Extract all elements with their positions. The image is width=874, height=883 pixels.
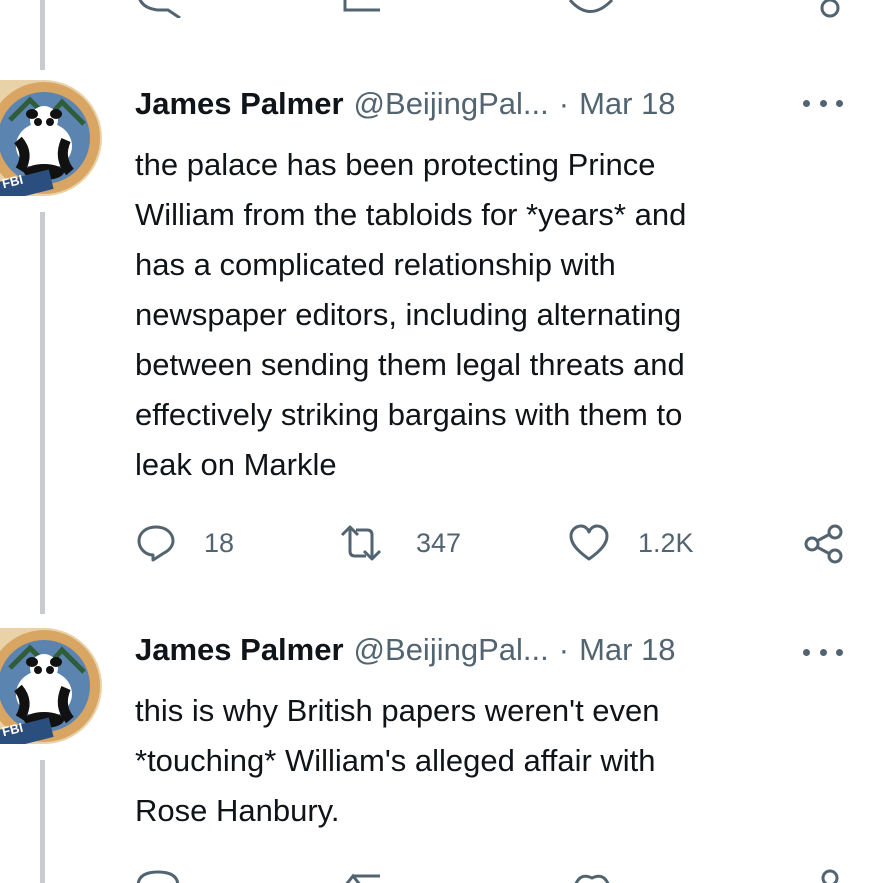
- tweet-date[interactable]: Mar 18: [579, 86, 675, 122]
- tweet-text-line: Rose Hanbury.: [135, 793, 340, 828]
- share-icon: [804, 524, 843, 564]
- like-button[interactable]: 1.2K: [568, 523, 694, 563]
- thread-line-middle: [40, 212, 45, 614]
- tweet-text-line: William from the tabloids for *years* an…: [135, 197, 687, 232]
- more-icon[interactable]: [803, 642, 843, 662]
- tweet-text-line: between sending them legal threats and: [135, 347, 685, 382]
- avatar[interactable]: FBI: [0, 80, 102, 196]
- reply-count: 18: [204, 527, 235, 558]
- like-count: 1.2K: [638, 527, 694, 558]
- tweet-text-line: *touching* William's alleged affair with: [135, 743, 656, 778]
- retweet-icon: [340, 525, 382, 561]
- tweet-header: James Palmer @BeijingPal... · Mar 18: [135, 86, 676, 122]
- retweet-count: 347: [416, 527, 462, 558]
- retweet-button[interactable]: 347: [340, 523, 461, 563]
- author-handle[interactable]: @BeijingPal...: [354, 632, 549, 668]
- previous-tweet-actions: [0, 0, 874, 20]
- avatar[interactable]: FBI: [0, 628, 102, 744]
- share-button[interactable]: [803, 523, 845, 565]
- tweet-header: James Palmer @BeijingPal... · Mar 18: [135, 632, 676, 668]
- tweet-text: the palace has been protecting Prince Wi…: [135, 140, 835, 490]
- author-name[interactable]: James Palmer: [135, 632, 344, 668]
- heart-icon: [569, 524, 609, 561]
- author-name[interactable]: James Palmer: [135, 86, 344, 122]
- reply-button[interactable]: 18: [136, 523, 234, 563]
- tweet-text-line: effectively striking bargains with them …: [135, 397, 683, 432]
- tweet-text-line: has a complicated relationship with: [135, 247, 616, 282]
- header-separator: ·: [558, 86, 570, 121]
- more-icon[interactable]: [803, 93, 843, 113]
- reply-icon: [137, 525, 175, 562]
- tweet-date[interactable]: Mar 18: [579, 632, 675, 668]
- header-separator: ·: [558, 632, 570, 667]
- thread-line-bottom: [40, 760, 45, 883]
- tweet-text-line: newspaper editors, including alternating: [135, 297, 682, 332]
- tweet-text-line: leak on Markle: [135, 447, 337, 482]
- tweet-text: this is why British papers weren't even …: [135, 686, 835, 836]
- author-handle[interactable]: @BeijingPal...: [354, 86, 549, 122]
- tweet-text-line: the palace has been protecting Prince: [135, 147, 656, 182]
- tweet-text-line: this is why British papers weren't even: [135, 693, 660, 728]
- tweet-actions-clipped: [0, 866, 874, 883]
